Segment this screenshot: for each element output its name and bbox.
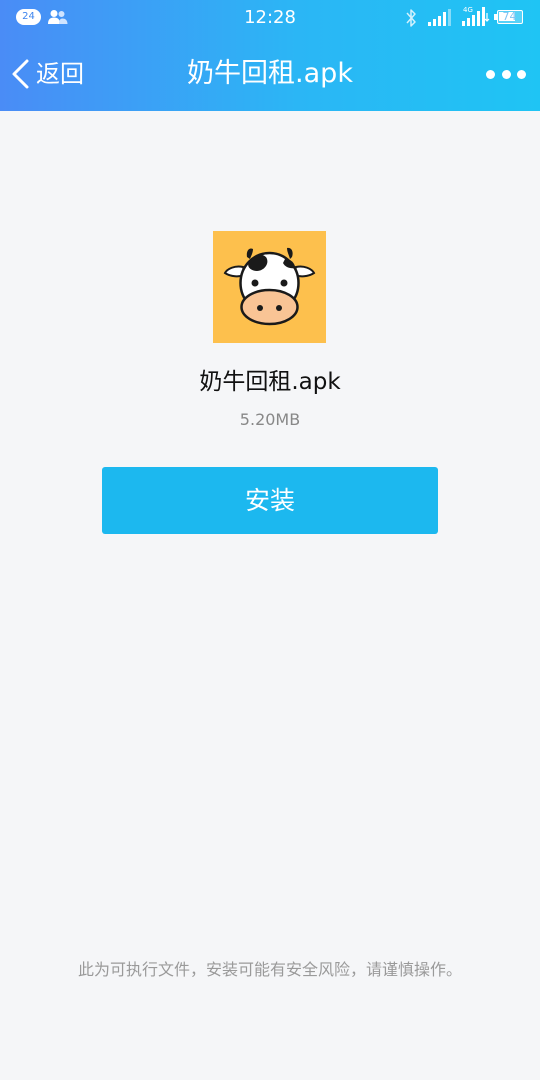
- file-name: 奶牛回租.apk: [199, 369, 341, 395]
- status-bar: 24 12:28 4G 74: [0, 0, 540, 36]
- more-button[interactable]: [486, 60, 526, 88]
- more-dot: [501, 69, 511, 79]
- chevron-left-icon: [12, 59, 29, 89]
- file-size: 5.20MB: [239, 410, 301, 429]
- bluetooth-icon: [406, 9, 416, 27]
- security-warning: 此为可执行文件，安装可能有安全风险，请谨慎操作。: [77, 960, 462, 979]
- status-time: 12:28: [244, 7, 296, 28]
- signal-strength-icon: [428, 9, 451, 26]
- page-title: 奶牛回租.apk: [187, 58, 353, 89]
- battery-icon: 74: [497, 10, 523, 24]
- back-button[interactable]: 返回: [10, 56, 100, 92]
- install-button[interactable]: 安装: [102, 467, 438, 534]
- more-dot: [517, 69, 526, 79]
- signal-4g-icon: [462, 7, 490, 26]
- battery-level: 74: [502, 10, 517, 23]
- nav-bar: 返回 奶牛回租.apk: [0, 36, 540, 111]
- cow-app-icon: [213, 231, 326, 343]
- more-dots-icon: [486, 69, 495, 79]
- back-label: 返回: [36, 60, 84, 88]
- top-bar: 24 12:28 4G 74 返回 奶牛回租.apk: [0, 0, 540, 111]
